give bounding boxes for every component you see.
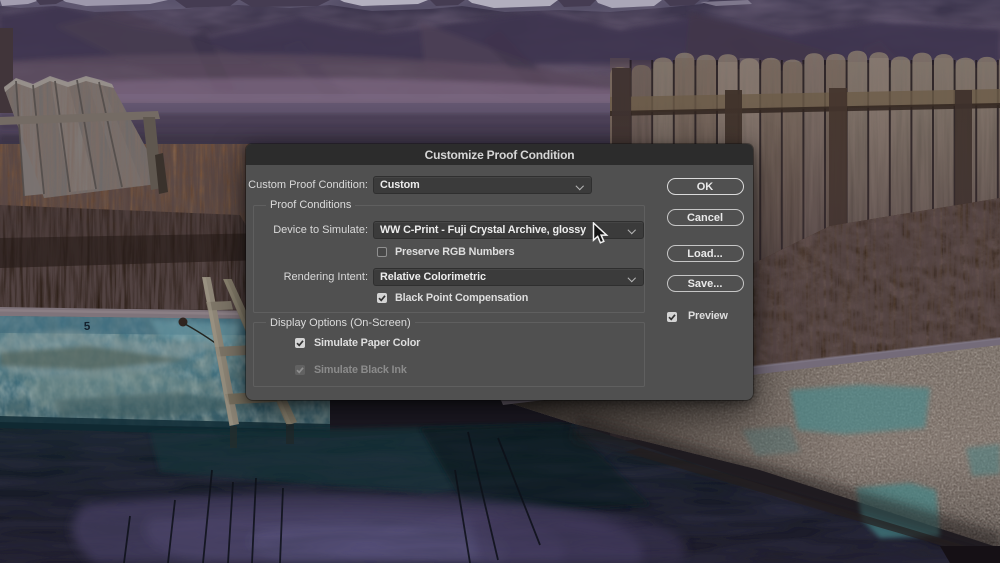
svg-text:5: 5 <box>84 321 91 333</box>
